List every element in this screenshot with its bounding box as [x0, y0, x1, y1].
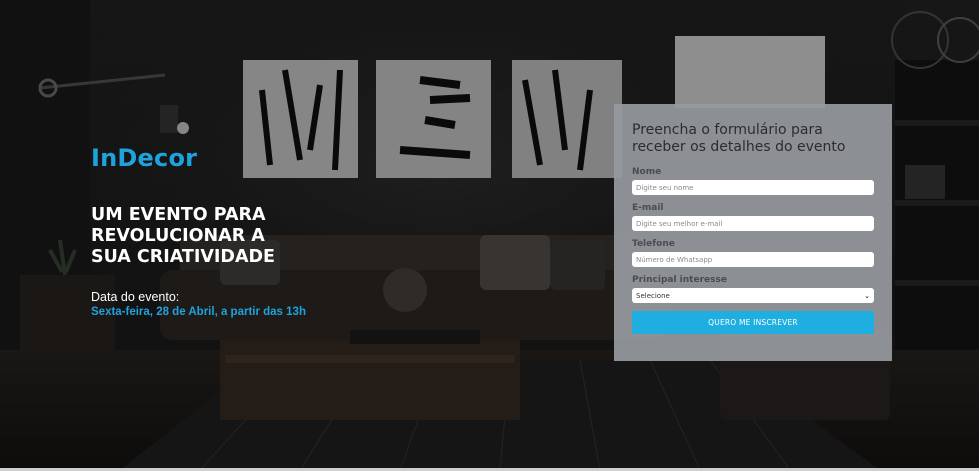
interest-select[interactable]: Selecione ⌄ [632, 288, 874, 303]
headline-line: REVOLUCIONAR A [91, 226, 265, 246]
name-label: Nome [632, 167, 662, 177]
brand-logo: InDecor [91, 144, 198, 172]
email-input[interactable] [632, 216, 874, 231]
headline-line: SUA CRIATIVIDADE [91, 247, 275, 267]
email-label: E-mail [632, 203, 664, 213]
registration-form: Preencha o formulário para receber os de… [614, 104, 892, 361]
form-title-line: receber os detalhes do evento [632, 139, 846, 155]
event-date-label: Data do evento: [91, 290, 180, 304]
interest-label: Principal interesse [632, 275, 727, 285]
name-input[interactable] [632, 180, 874, 195]
phone-label: Telefone [632, 239, 675, 249]
phone-input[interactable] [632, 252, 874, 267]
chevron-down-icon: ⌄ [864, 291, 870, 300]
interest-select-value: Selecione [636, 291, 670, 300]
event-date-value: Sexta-feira, 28 de Abril, a partir das 1… [91, 306, 306, 318]
form-title-line: Preencha o formulário para [632, 122, 823, 138]
headline-line: UM EVENTO PARA [91, 205, 266, 225]
submit-button[interactable]: QUERO ME INSCREVER [632, 311, 874, 334]
hero-headline: UM EVENTO PARA REVOLUCIONAR A SUA CRIATI… [91, 205, 351, 268]
form-title: Preencha o formulário para receber os de… [632, 122, 874, 156]
